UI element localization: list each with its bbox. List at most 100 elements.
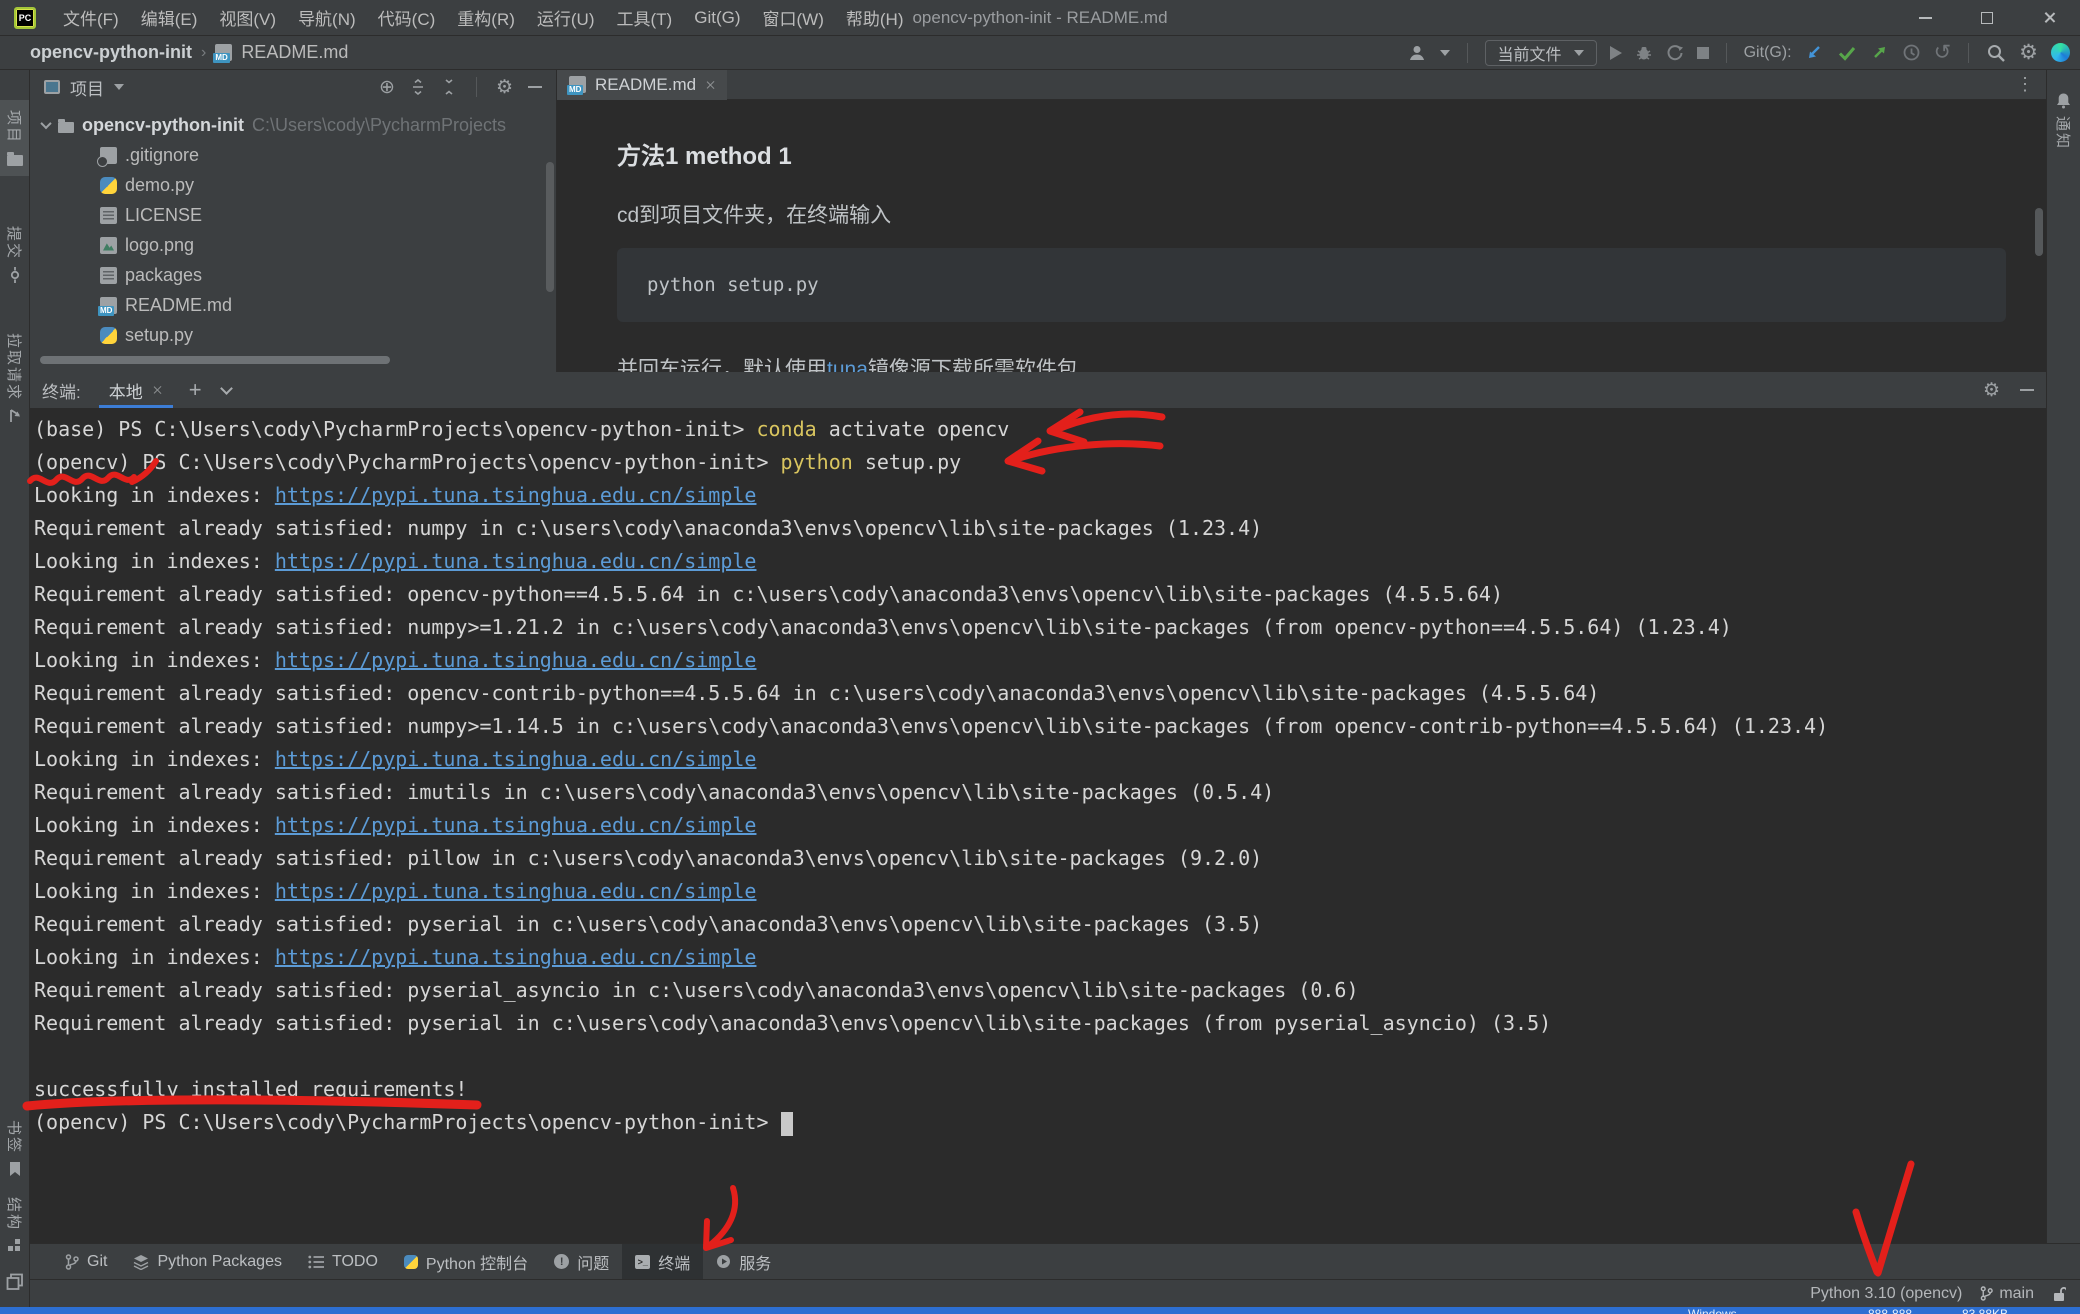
terminal-line: Looking in indexes: https://pypi.tuna.ts… xyxy=(34,875,2046,908)
maximize-button[interactable] xyxy=(1956,0,2018,36)
window-switcher-button[interactable] xyxy=(0,1263,29,1307)
hide-panel-icon[interactable] xyxy=(528,86,542,88)
project-horizontal-scrollbar[interactable] xyxy=(40,356,390,364)
terminal-tab-local[interactable]: 本地 xyxy=(99,372,173,408)
settings-gear-icon[interactable]: ⚙ xyxy=(2019,42,2038,63)
menu-item[interactable]: 运行(U) xyxy=(526,5,606,30)
menu-item[interactable]: Git(G) xyxy=(683,8,751,28)
fi-img-icon xyxy=(100,237,117,254)
tree-item-README.md[interactable]: README.md xyxy=(30,290,556,320)
sidebar-item-bookmarks[interactable]: 书签 xyxy=(0,1110,29,1187)
sidebar-item-commit[interactable]: 提交 xyxy=(0,216,29,293)
menu-item[interactable]: 工具(T) xyxy=(606,5,684,30)
terminal-link[interactable]: https://pypi.tuna.tsinghua.edu.cn/simple xyxy=(275,483,757,507)
tree-item-root[interactable]: opencv-python-init C:\Users\cody\Pycharm… xyxy=(30,110,556,140)
menu-item[interactable]: 编辑(E) xyxy=(130,5,209,30)
toolbar-item-python-console[interactable]: Python 控制台 xyxy=(391,1244,541,1279)
chevron-down-icon[interactable] xyxy=(40,118,51,129)
terminal-link[interactable]: https://pypi.tuna.tsinghua.edu.cn/simple xyxy=(275,813,757,837)
menu-item[interactable]: 重构(R) xyxy=(446,5,526,30)
run-button[interactable] xyxy=(1610,46,1622,60)
project-vertical-scrollbar[interactable] xyxy=(546,162,554,292)
user-icon[interactable] xyxy=(1407,43,1427,63)
close-icon xyxy=(2043,11,2056,24)
terminal-link[interactable]: https://pypi.tuna.tsinghua.edu.cn/simple xyxy=(275,549,757,573)
editor-scrollbar[interactable] xyxy=(2035,208,2043,256)
menu-item[interactable]: 代码(C) xyxy=(367,5,447,30)
toolbar-item-terminal[interactable]: >_ 终端 xyxy=(622,1244,703,1279)
run-config-selector[interactable]: 当前文件 xyxy=(1485,40,1597,66)
menu-item[interactable]: 视图(V) xyxy=(208,5,287,30)
tree-item-demo.py[interactable]: demo.py xyxy=(30,170,556,200)
tree-item-setup.py[interactable]: setup.py xyxy=(30,320,556,350)
editor-content[interactable]: 方法1 method 1 cd到项目文件夹，在终端输入 python setup… xyxy=(557,100,2046,372)
hide-terminal-icon[interactable] xyxy=(2020,389,2034,391)
menu-bar: 文件(F)编辑(E)视图(V)导航(N)代码(C)重构(R)运行(U)工具(T)… xyxy=(52,5,914,30)
terminal-link[interactable]: https://pypi.tuna.tsinghua.edu.cn/simple xyxy=(275,648,757,672)
menu-item[interactable]: 导航(N) xyxy=(287,5,367,30)
readme-paragraph: cd到项目文件夹，在终端输入 xyxy=(617,199,891,229)
breadcrumb-file[interactable]: README.md xyxy=(241,42,348,63)
toolbar-item-services[interactable]: 服务 xyxy=(703,1244,784,1279)
fi-py-icon xyxy=(100,177,117,194)
terminal-link[interactable]: https://pypi.tuna.tsinghua.edu.cn/simple xyxy=(275,747,757,771)
breadcrumb-project[interactable]: opencv-python-init xyxy=(30,42,192,63)
tab-readme[interactable]: README.md xyxy=(557,70,727,100)
git-commit-check-icon[interactable] xyxy=(1837,44,1857,62)
tree-item-.gitignore[interactable]: .gitignore xyxy=(30,140,556,170)
project-panel-title[interactable]: 项目 xyxy=(70,75,104,100)
user-dropdown-caret-icon[interactable] xyxy=(1440,50,1450,56)
tuna-link[interactable]: tuna xyxy=(827,358,868,372)
unlock-icon[interactable] xyxy=(2052,1286,2066,1302)
expand-all-icon[interactable] xyxy=(410,79,426,95)
new-terminal-plus-icon[interactable]: + xyxy=(189,377,202,403)
sidebar-item-notifications[interactable]: 通知 xyxy=(2047,82,2080,160)
toolbar-item-problems[interactable]: ! 问题 xyxy=(541,1244,622,1279)
history-clock-icon[interactable] xyxy=(1902,43,1921,62)
rollback-undo-icon[interactable]: ↺ xyxy=(1934,42,1952,63)
tree-item-packages[interactable]: packages xyxy=(30,260,556,290)
tree-item-LICENSE[interactable]: LICENSE xyxy=(30,200,556,230)
toolbar-item-git[interactable]: Git xyxy=(52,1244,120,1279)
clipped-external-bar: Windows 888-888 83.88KB xyxy=(0,1307,2080,1314)
sidebar-item-pull-requests[interactable]: 拉取请求 xyxy=(0,323,29,434)
menu-item[interactable]: 文件(F) xyxy=(52,5,130,30)
divider xyxy=(1726,43,1727,63)
terminal-link[interactable]: https://pypi.tuna.tsinghua.edu.cn/simple xyxy=(275,879,757,903)
search-icon[interactable] xyxy=(1986,43,2006,63)
locate-file-icon[interactable]: ⊕ xyxy=(379,78,395,97)
tool-window-bar: Git Python Packages TODO Python 控制台 xyxy=(30,1243,2080,1279)
stop-button[interactable] xyxy=(1697,47,1709,59)
git-branch-widget[interactable]: main xyxy=(1980,1285,2034,1303)
sidebar-item-structure[interactable]: 结构 xyxy=(0,1187,29,1263)
tab-options-kebab-icon[interactable]: ⋮ xyxy=(2016,74,2034,95)
menu-item[interactable]: 帮助(H) xyxy=(835,5,915,30)
terminal-settings-gear-icon[interactable]: ⚙ xyxy=(1983,381,2000,400)
toolbar-item-todo[interactable]: TODO xyxy=(295,1244,391,1279)
project-view-caret-icon[interactable] xyxy=(114,84,124,90)
code-with-me-sphere-icon[interactable] xyxy=(2051,43,2070,62)
interpreter-widget[interactable]: Python 3.10 (opencv) xyxy=(1810,1285,1962,1303)
close-tab-icon[interactable] xyxy=(705,80,715,90)
toolbar-item-python-packages[interactable]: Python Packages xyxy=(120,1244,295,1279)
terminal-panel: 终端: 本地 + ⚙ (base) PS C:\Users\cody\Pycha… xyxy=(30,372,2046,1243)
packages-layers-icon xyxy=(133,1254,149,1270)
tree-item-logo.png[interactable]: logo.png xyxy=(30,230,556,260)
git-push-icon[interactable] xyxy=(1870,43,1889,62)
pull-request-icon xyxy=(7,408,23,424)
terminal-dropdown-chevron-icon[interactable] xyxy=(220,382,233,395)
terminal-output[interactable]: (base) PS C:\Users\cody\PycharmProjects\… xyxy=(30,408,2046,1243)
panel-settings-gear-icon[interactable]: ⚙ xyxy=(496,78,513,97)
debug-bug-icon[interactable] xyxy=(1635,44,1653,62)
terminal-line: Looking in indexes: https://pypi.tuna.ts… xyxy=(34,644,2046,677)
profiler-icon[interactable] xyxy=(1666,44,1684,62)
collapse-all-icon[interactable] xyxy=(441,79,457,95)
pycharm-logo-icon: PC xyxy=(14,7,36,29)
close-terminal-tab-icon[interactable] xyxy=(153,385,163,395)
terminal-link[interactable]: https://pypi.tuna.tsinghua.edu.cn/simple xyxy=(275,945,757,969)
git-update-icon[interactable] xyxy=(1805,43,1824,62)
sidebar-item-project[interactable]: 项目 xyxy=(0,100,29,176)
minimize-button[interactable] xyxy=(1894,0,1956,36)
close-button[interactable] xyxy=(2018,0,2080,36)
menu-item[interactable]: 窗口(W) xyxy=(752,5,835,30)
